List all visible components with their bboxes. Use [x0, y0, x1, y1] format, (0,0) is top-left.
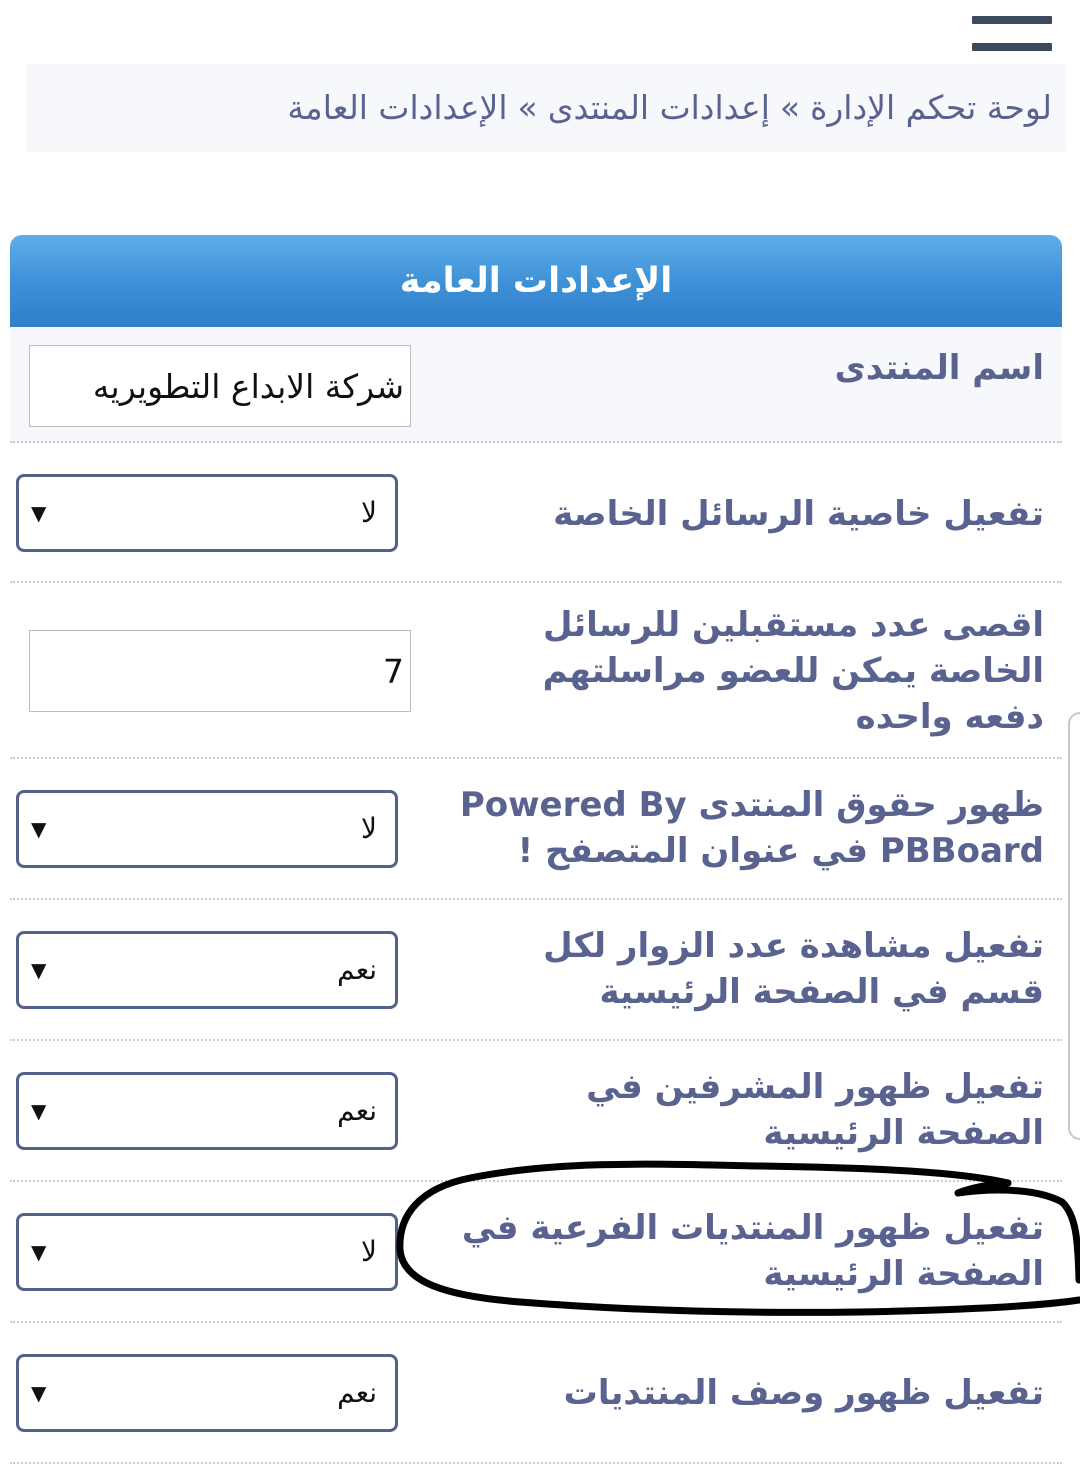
sub-forums-select[interactable]: لا ▼: [16, 1213, 398, 1291]
select-value: نعم: [337, 1094, 377, 1127]
breadcrumb: لوحة تحكم الإدارة»إعدادات المنتدى»الإعدا…: [26, 64, 1066, 152]
visitors-count-select[interactable]: نعم ▼: [16, 931, 398, 1009]
setting-row-moderators: تفعيل ظهور المشرفين في الصفحة الرئيسية ن…: [10, 1041, 1062, 1182]
setting-label: تفعيل خاصية الرسائل الخاصة: [553, 494, 1044, 534]
select-value: لا: [361, 496, 377, 529]
menu-icon-bar: [972, 43, 1052, 51]
setting-row-sub-forums: تفعيل ظهور المنتديات الفرعية في الصفحة ا…: [10, 1182, 1062, 1323]
breadcrumb-separator: »: [779, 88, 801, 127]
setting-row-private-messages: تفعيل خاصية الرسائل الخاصة لا ▼: [10, 443, 1062, 583]
menu-icon-bar: [972, 16, 1052, 24]
private-messages-select[interactable]: لا ▼: [16, 474, 398, 552]
setting-row-forum-name: اسم المنتدى: [10, 327, 1062, 443]
forum-name-input[interactable]: [29, 345, 411, 427]
setting-label: تفعيل ظهور المشرفين في الصفحة الرئيسية: [586, 1067, 1044, 1153]
powered-by-select[interactable]: لا ▼: [16, 790, 398, 868]
scrollbar[interactable]: [1068, 712, 1080, 1140]
triangle-down-icon: ▼: [31, 958, 47, 982]
setting-label: تفعيل ظهور وصف المنتديات: [563, 1373, 1044, 1413]
setting-row-max-recipients: اقصى عدد مستقبلين للرسائل الخاصة يمكن لل…: [10, 583, 1062, 759]
setting-label: تفعيل مشاهدة عدد الزوار لكل قسم في الصفح…: [543, 926, 1044, 1012]
select-value: لا: [361, 1235, 377, 1268]
triangle-down-icon: ▼: [31, 1381, 47, 1405]
breadcrumb-item-forum-settings[interactable]: إعدادات المنتدى: [548, 88, 770, 127]
setting-row-powered-by: ظهور حقوق المنتدى Powered By PBBoard في …: [10, 759, 1062, 900]
moderators-select[interactable]: نعم ▼: [16, 1072, 398, 1150]
setting-label: اقصى عدد مستقبلين للرسائل الخاصة يمكن لل…: [542, 605, 1044, 737]
triangle-down-icon: ▼: [31, 501, 47, 525]
select-value: نعم: [337, 953, 377, 986]
triangle-down-icon: ▼: [31, 1099, 47, 1123]
setting-label: ظهور حقوق المنتدى Powered By PBBoard في …: [459, 785, 1044, 871]
select-value: لا: [361, 812, 377, 845]
triangle-down-icon: ▼: [31, 817, 47, 841]
setting-row-visitors-count: تفعيل مشاهدة عدد الزوار لكل قسم في الصفح…: [10, 900, 1062, 1041]
triangle-down-icon: ▼: [31, 1240, 47, 1264]
setting-label: اسم المنتدى: [834, 348, 1044, 388]
setting-row-forum-descriptions: تفعيل ظهور وصف المنتديات نعم ▼: [10, 1323, 1062, 1464]
max-recipients-input[interactable]: [29, 630, 411, 712]
breadcrumb-item-general-settings[interactable]: الإعدادات العامة: [287, 88, 507, 127]
panel-title: الإعدادات العامة: [10, 235, 1062, 327]
breadcrumb-separator: »: [517, 88, 538, 127]
forum-descriptions-select[interactable]: نعم ▼: [16, 1354, 398, 1432]
select-value: نعم: [337, 1376, 377, 1409]
general-settings-panel: الإعدادات العامة اسم المنتدى تفعيل خاصية…: [10, 235, 1062, 1464]
breadcrumb-item-admin-panel[interactable]: لوحة تحكم الإدارة: [810, 88, 1052, 127]
setting-label: تفعيل ظهور المنتديات الفرعية في الصفحة ا…: [461, 1208, 1044, 1294]
